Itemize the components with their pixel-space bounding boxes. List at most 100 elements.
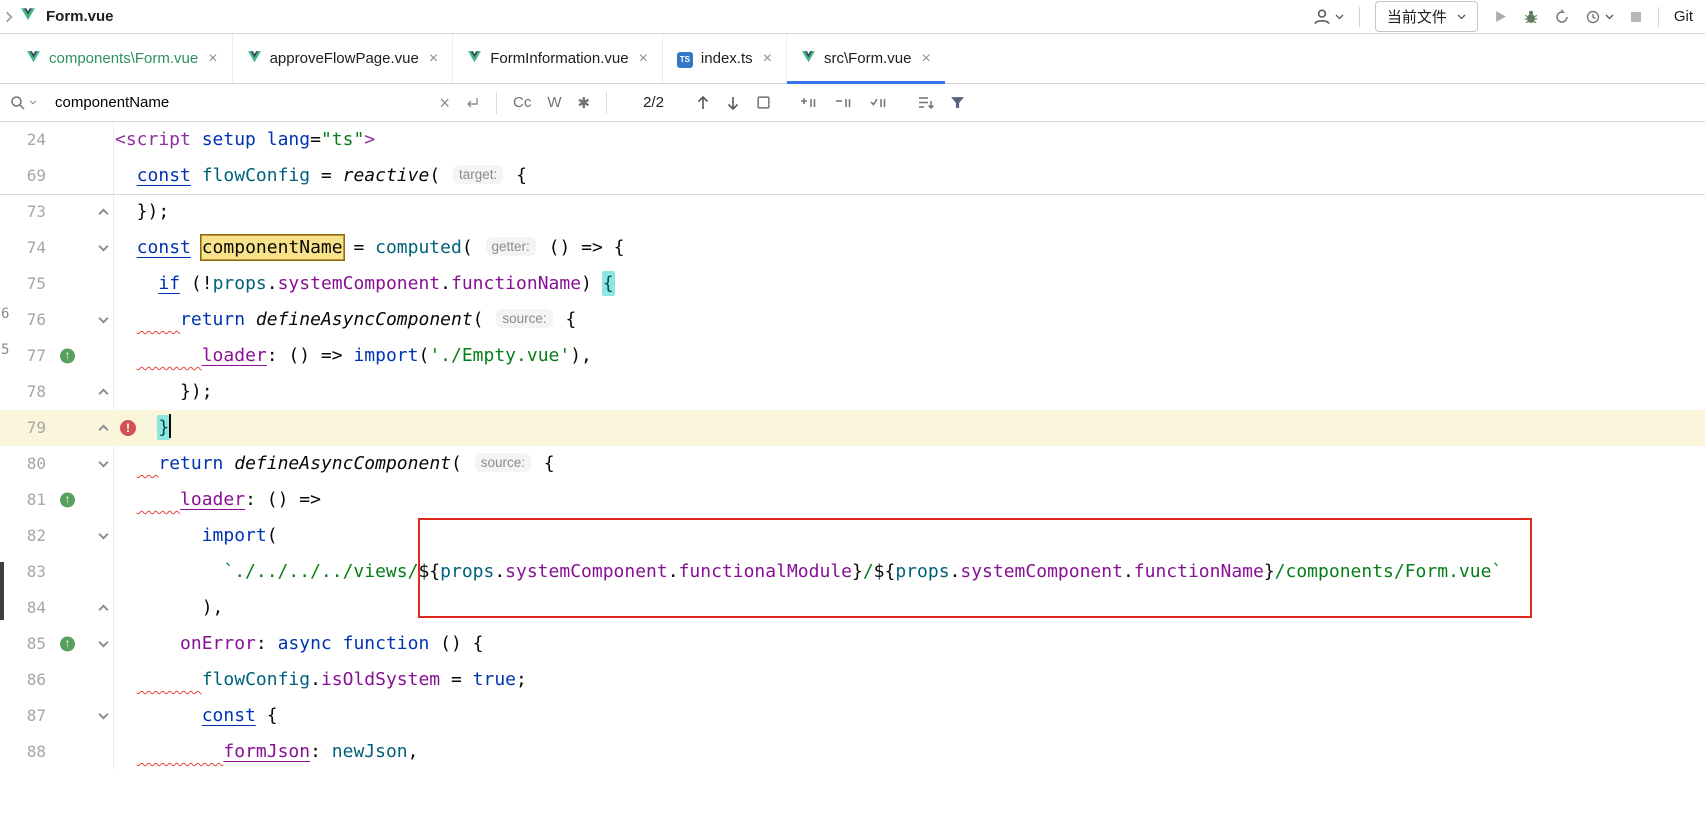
toolbar-divider <box>1359 7 1360 27</box>
code-line[interactable]: 85↑ onError: async function () { <box>0 626 1705 662</box>
typescript-file-icon: TS <box>677 49 693 68</box>
gutter-marker-icon[interactable]: ↑ <box>60 493 75 508</box>
search-input[interactable]: componentName <box>55 94 425 111</box>
vue-file-icon <box>26 50 41 68</box>
in-selection-toggle[interactable] <box>756 95 771 110</box>
code-line[interactable]: 88 formJson: newJson, <box>0 734 1705 770</box>
fold-collapse-icon[interactable] <box>97 460 110 469</box>
code-line[interactable]: 78 }); <box>0 374 1705 410</box>
gutter: 77↑ <box>0 338 113 374</box>
regex-toggle[interactable]: ✱ <box>578 94 591 112</box>
gutter-marker-icon[interactable]: ↑ <box>60 349 75 364</box>
fold-collapse-icon[interactable] <box>97 532 110 541</box>
code-line[interactable]: 74 const componentName = computed( gette… <box>0 230 1705 266</box>
vue-file-icon <box>20 7 36 27</box>
git-menu-button[interactable]: Git <box>1674 8 1693 25</box>
edge-scrollbar-fragment <box>0 562 4 620</box>
run-config-label: 当前文件 <box>1387 6 1447 27</box>
gutter: 76 <box>0 302 113 338</box>
fold-end-icon[interactable] <box>97 604 110 613</box>
search-field[interactable]: componentName × <box>10 94 480 112</box>
code-line[interactable]: 84 ), <box>0 590 1705 626</box>
chevron-down-icon <box>1335 14 1344 20</box>
run-config-selector[interactable]: 当前文件 <box>1375 1 1478 32</box>
chevron-down-icon <box>1605 14 1614 20</box>
code-line[interactable]: 80 return defineAsyncComponent( source: … <box>0 446 1705 482</box>
run-with-coverage-button[interactable] <box>1554 9 1570 25</box>
tab-close-icon[interactable]: × <box>208 50 217 68</box>
code-line[interactable]: 69 const flowConfig = reactive( target: … <box>0 158 1705 194</box>
tab[interactable]: components\Form.vue × <box>12 34 232 83</box>
stop-icon <box>1629 10 1643 24</box>
code-line[interactable]: 81↑ loader: () => <box>0 482 1705 518</box>
toggle-occurrence-button[interactable] <box>869 95 887 111</box>
filter-funnel-icon <box>950 95 965 110</box>
code-line[interactable]: 75 if (!props.systemComponent.functionNa… <box>0 266 1705 302</box>
newline-icon[interactable] <box>464 96 480 110</box>
editor[interactable]: 24<script setup lang="ts">69 const flowC… <box>0 122 1705 770</box>
tab-close-icon[interactable]: × <box>763 50 772 68</box>
tab[interactable]: TS index.ts × <box>662 34 786 83</box>
parameter-hint: source: <box>475 453 531 472</box>
arrow-up-icon <box>696 95 710 111</box>
exclude-occurrence-button[interactable] <box>834 95 852 111</box>
tab-close-icon[interactable]: × <box>639 50 648 68</box>
code-line[interactable]: 77↑ loader: () => import('./Empty.vue'), <box>0 338 1705 374</box>
breadcrumb-chevron-icon <box>4 10 14 24</box>
gutter: 81↑ <box>0 482 113 518</box>
previous-match-button[interactable] <box>696 95 710 111</box>
tab-close-icon[interactable]: × <box>429 50 438 68</box>
open-results-button[interactable] <box>917 95 934 110</box>
fold-collapse-icon[interactable] <box>97 640 110 649</box>
code-line[interactable]: 86 flowConfig.isOldSystem = true; <box>0 662 1705 698</box>
tab[interactable]: approveFlowPage.vue × <box>232 34 453 83</box>
gutter: 86 <box>0 662 113 698</box>
code-line[interactable]: 24<script setup lang="ts"> <box>0 122 1705 158</box>
code-line[interactable]: 73 }); <box>0 194 1705 230</box>
gutter: 74 <box>0 230 113 266</box>
run-button[interactable] <box>1493 9 1508 24</box>
fold-end-icon[interactable] <box>97 388 110 397</box>
line-number: 86 <box>0 662 46 698</box>
profiler-button[interactable] <box>1585 9 1614 25</box>
code-line[interactable]: 76 return defineAsyncComponent( source: … <box>0 302 1705 338</box>
toolbar-divider <box>1658 7 1659 27</box>
gutter: 80 <box>0 446 113 482</box>
line-number: 73 <box>0 194 46 230</box>
error-icon[interactable]: ! <box>120 420 136 436</box>
match-case-toggle[interactable]: Cc <box>513 94 531 111</box>
add-occurrence-button[interactable] <box>799 95 817 111</box>
gutter: 79! <box>0 410 113 446</box>
code-line[interactable]: 82 import( <box>0 518 1705 554</box>
code-text: ), <box>113 590 223 626</box>
debug-button[interactable] <box>1523 9 1539 25</box>
code-text: <script setup lang="ts"> <box>113 122 375 158</box>
code-line[interactable]: 79! } <box>0 410 1705 446</box>
parameter-hint: getter: <box>486 237 536 256</box>
code-line[interactable]: 87 const { <box>0 698 1705 734</box>
fold-collapse-icon[interactable] <box>97 244 110 253</box>
fold-end-icon[interactable] <box>97 208 110 217</box>
tab-label: FormInformation.vue <box>490 50 628 67</box>
fold-end-icon[interactable] <box>97 424 110 433</box>
clear-search-icon[interactable]: × <box>439 94 450 112</box>
tab-close-icon[interactable]: × <box>921 50 930 68</box>
gutter: 84 <box>0 590 113 626</box>
whole-words-toggle[interactable]: W <box>547 94 561 111</box>
gutter-marker-icon[interactable]: ↑ <box>60 637 75 652</box>
play-icon <box>1493 9 1508 24</box>
stop-button[interactable] <box>1629 10 1643 24</box>
user-account-button[interactable] <box>1313 8 1344 26</box>
tab[interactable]: FormInformation.vue × <box>452 34 662 83</box>
selection-square-icon <box>756 95 771 110</box>
search-match-highlight: componentName <box>200 234 345 261</box>
code-line[interactable]: 83 `./../../../views/${props.systemCompo… <box>0 554 1705 590</box>
fold-collapse-icon[interactable] <box>97 316 110 325</box>
next-match-button[interactable] <box>726 95 740 111</box>
line-number: 69 <box>0 158 46 194</box>
filter-button[interactable] <box>950 95 965 110</box>
search-mode-button[interactable] <box>10 95 37 111</box>
fold-collapse-icon[interactable] <box>97 712 110 721</box>
find-bar-divider <box>606 92 607 114</box>
tab[interactable]: src\Form.vue × <box>786 34 945 83</box>
